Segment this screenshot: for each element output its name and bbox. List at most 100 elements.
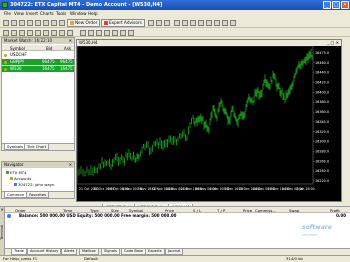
close-icon[interactable]: ✕ [69,162,72,168]
close-icon[interactable]: ✕ [1,207,4,212]
menu-view[interactable]: View [14,11,24,16]
tab-common[interactable]: Common [4,192,28,198]
market-row[interactable]: USDCHF [2,52,74,58]
price-tick-label: 16460.0 [315,61,329,65]
crosshair-icon[interactable] [11,29,17,36]
menu-insert[interactable]: Insert [26,11,38,16]
data-window-icon[interactable] [27,20,33,26]
tester-icon[interactable] [51,20,57,26]
period-m5-icon[interactable] [88,29,94,36]
row-symbol: W530 [10,66,22,71]
trendline-icon[interactable] [35,29,41,36]
period-m15-icon[interactable] [96,29,102,36]
menu-window[interactable]: Window [70,11,87,16]
tree-item-account[interactable]: 304722: john wayn [14,182,54,187]
terminal-tabs: Trade Account History Alerts Mailbox Sig… [5,248,350,255]
terminal-label: Terminal [0,225,4,240]
menu-tools[interactable]: Tools [56,11,66,16]
templates-icon[interactable] [230,20,236,26]
candlesticks-icon[interactable] [156,20,162,26]
navigator-icon[interactable] [35,20,41,26]
price-tick-label: 16320.0 [315,130,329,134]
price-tick-label: 16240.0 [315,169,329,173]
new-order-button[interactable]: New Order [67,19,101,27]
row-symbol: USDCHF [10,52,27,57]
menu-bar: File View Insert Charts Tools Window Hel… [0,10,350,18]
price-chart[interactable]: 16475.0 16460.0 16440.0 16420.0 16400.0 16380… [77,46,341,201]
market-row[interactable]: GBPJPY 96475 96475 [2,59,74,65]
window-title: 304722: ETX Capital MT4 - Demo Account -… [10,2,163,8]
terminal-icon[interactable] [43,20,49,26]
metaeditor-icon[interactable] [59,20,65,26]
col-ask[interactable]: Ask [64,46,71,51]
menu-charts[interactable]: Charts [40,11,54,16]
fibonacci-icon[interactable] [51,29,57,36]
new-chart-icon[interactable] [3,20,9,26]
period-h4-icon[interactable] [120,29,126,36]
menu-help[interactable]: Help [88,11,98,16]
row-bid: 16475 [42,66,55,71]
price-tick-label: 16260.0 [315,159,329,163]
cursor-icon[interactable] [3,29,9,36]
indicators-icon[interactable] [214,20,220,26]
price-tick-label: 16340.0 [315,120,329,124]
tree-item-accounts[interactable]: Accounts [10,176,31,181]
maximize-button[interactable]: □ [332,1,340,9]
col-bid[interactable]: Bid [46,46,52,51]
tab-favorites[interactable]: Favorites [26,192,50,198]
expert-advisors-button[interactable]: Expert Advisors [101,19,145,27]
total-profit: 0.00 [336,213,346,218]
navigator-title: Navigator [4,162,24,167]
main-toolbar: New Order Expert Advisors [0,18,350,28]
close-icon[interactable]: ✕ [69,38,72,44]
profiles-icon[interactable] [11,20,17,26]
row-bid: 96475 [42,59,55,64]
status-profile: Default [84,256,98,261]
symbol-icon [4,60,7,64]
market-watch-tabs: Symbols Tick Chart [2,143,74,150]
tile-windows-icon[interactable] [190,20,196,26]
market-watch-icon[interactable] [19,20,25,26]
market-watch-title: Market Watch: 16:22:10 [4,38,53,43]
market-row[interactable]: W530 16475 16475 [2,66,74,72]
balance-row[interactable]: Balance: 500 000.00 USD Equity: 500 000.… [5,213,350,219]
price-tick-label: 16360.0 [315,110,329,114]
period-h1-icon[interactable] [112,29,118,36]
channel-icon[interactable] [43,29,49,36]
watermark-sub: informer [302,233,318,237]
navigator-header: Navigator ✕ [2,162,74,168]
period-d1-icon[interactable] [128,29,134,36]
arrow-icon[interactable] [67,29,73,36]
line-chart-icon[interactable] [164,20,170,26]
menu-file[interactable]: File [4,11,11,16]
row-ask: 96475 [60,59,73,64]
market-watch-header: Market Watch: 16:22:10 ✕ [2,38,74,44]
autoscroll-icon[interactable] [198,20,204,26]
zoom-in-icon[interactable] [174,20,180,26]
price-tick-label: 16380.0 [315,100,329,104]
terminal-panel: ✕ Terminal Order Time Type Size Symbol P… [0,206,350,255]
text-icon[interactable] [59,29,65,36]
close-button[interactable]: ✕ [341,1,349,9]
horizontal-line-icon[interactable] [27,29,33,36]
period-m30-icon[interactable] [104,29,110,36]
price-tick-label: 16475.0 [315,51,329,55]
zoom-out-icon[interactable] [182,20,188,26]
new-order-icon [70,21,74,25]
time-tick-label: 3 Jan 16:00 [297,187,315,191]
minimize-button[interactable]: _ [323,1,331,9]
app-icon [2,2,8,8]
period-m1-icon[interactable] [80,29,86,36]
tree-item-root[interactable]: ETX MT4 [6,170,27,175]
periods-icon[interactable] [222,20,228,26]
chart-window: W530,H4 _ □ ✕ W530,H4 16469.00 16475.00 … [76,39,342,202]
vertical-line-icon[interactable] [19,29,25,36]
terminal-icon [6,171,9,174]
tab-symbols[interactable]: Symbols [4,144,27,150]
market-watch-column-header: Symbol Bid Ask [2,45,74,51]
tab-tick-chart[interactable]: Tick Chart [24,144,50,150]
bar-chart-icon[interactable] [148,20,154,26]
col-symbol[interactable]: Symbol [10,46,25,51]
navigator-tabs: Common Favorites [2,191,74,198]
chart-shift-icon[interactable] [206,20,212,26]
